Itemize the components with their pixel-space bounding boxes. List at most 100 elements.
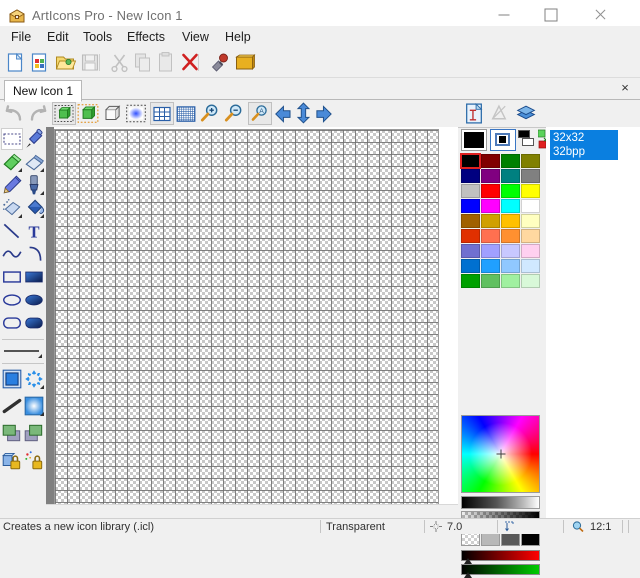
color-swatch[interactable] — [481, 199, 500, 213]
color-swatch[interactable] — [521, 229, 540, 243]
new-library-button[interactable] — [28, 51, 52, 74]
layer-front-button[interactable] — [1, 422, 23, 444]
pixel-grid-button[interactable] — [174, 102, 198, 125]
color-swatch[interactable] — [501, 154, 520, 168]
filled-rectangle-tool[interactable] — [23, 266, 45, 288]
color-swatch[interactable] — [521, 154, 540, 168]
menu-item-edit[interactable]: Edit — [40, 28, 76, 46]
airbrush-tool[interactable] — [1, 197, 23, 219]
redo-button[interactable] — [26, 102, 50, 125]
text-tool[interactable]: T — [23, 220, 45, 242]
color-swatch[interactable] — [521, 184, 540, 198]
color-wheel[interactable] — [461, 415, 540, 493]
add-image-format-button[interactable] — [462, 102, 486, 125]
rectangular-select-tool[interactable] — [1, 128, 23, 150]
brush-tool[interactable] — [23, 174, 45, 196]
arc-tool[interactable] — [23, 243, 45, 265]
color-swatch[interactable] — [501, 214, 520, 228]
canvas-horizontal-scrollbar[interactable] — [46, 504, 458, 518]
fill-tool[interactable] — [23, 197, 45, 219]
delete-format-button[interactable] — [488, 102, 512, 125]
color-swatch[interactable] — [501, 199, 520, 213]
menu-item-file[interactable]: File — [4, 28, 38, 46]
grid-button[interactable] — [150, 102, 174, 125]
blur-view-button[interactable] — [124, 102, 148, 125]
open-button[interactable] — [53, 51, 77, 74]
layer-back-button[interactable] — [23, 422, 45, 444]
cut-button[interactable] — [108, 51, 132, 74]
close-document-icon[interactable]: × — [618, 81, 632, 95]
zoom-out-button[interactable] — [222, 102, 246, 125]
menu-item-view[interactable]: View — [175, 28, 216, 46]
color-swatch[interactable] — [481, 229, 500, 243]
icon-format-entry[interactable]: 32x32 32bpp — [550, 130, 618, 160]
color-swatch[interactable] — [481, 244, 500, 258]
canvas-area[interactable] — [46, 127, 458, 518]
color-swatch[interactable] — [501, 169, 520, 183]
foreground-color-swatch[interactable] — [461, 129, 487, 151]
color-swatch[interactable] — [461, 274, 480, 288]
color-swatch[interactable] — [501, 259, 520, 273]
color-swatch[interactable] — [461, 154, 480, 168]
color-swatch[interactable] — [481, 169, 500, 183]
gradient-fill-style[interactable] — [23, 395, 45, 417]
menu-item-tools[interactable]: Tools — [76, 28, 119, 46]
color-swatch[interactable] — [501, 229, 520, 243]
tool-submenu-indicator[interactable] — [40, 191, 44, 195]
line-width-submenu-indicator[interactable] — [38, 354, 42, 358]
tool-submenu-indicator[interactable] — [40, 168, 44, 172]
alpha-view-button[interactable] — [100, 102, 124, 125]
color-swatch[interactable] — [501, 184, 520, 198]
color-swatch[interactable] — [481, 184, 500, 198]
zoom-in-button[interactable] — [198, 102, 222, 125]
scatter-fill-style[interactable] — [23, 368, 45, 390]
line-tool[interactable] — [1, 220, 23, 242]
rounded-rect-tool[interactable] — [1, 312, 23, 334]
color-swatch[interactable] — [501, 244, 520, 258]
pencil-tool[interactable] — [1, 174, 23, 196]
menu-item-help[interactable]: Help — [218, 28, 258, 46]
ellipse-tool[interactable] — [1, 289, 23, 311]
color-swatch[interactable] — [521, 259, 540, 273]
color-swatch[interactable] — [461, 169, 480, 183]
document-tab-new-icon-1[interactable]: New Icon 1 — [4, 80, 82, 102]
color-swatch[interactable] — [501, 274, 520, 288]
color-swatch[interactable] — [461, 184, 480, 198]
color-swatch[interactable] — [481, 214, 500, 228]
eraser-tool[interactable] — [1, 151, 23, 173]
red-channel-slider[interactable] — [461, 550, 540, 561]
color-swatch[interactable] — [521, 244, 540, 258]
pan-right-button[interactable] — [312, 102, 336, 125]
paste-button[interactable] — [154, 51, 178, 74]
layers-button[interactable] — [514, 102, 538, 125]
grayscale-bar[interactable] — [461, 496, 540, 509]
color-swatch[interactable] — [461, 244, 480, 258]
black-white-swatch[interactable] — [518, 130, 536, 148]
icon-editing-grid[interactable] — [54, 129, 439, 505]
color-swatch[interactable] — [521, 169, 540, 183]
gradient-line-style[interactable] — [1, 395, 23, 417]
mask-view-button[interactable] — [76, 102, 100, 125]
curve-tool[interactable] — [1, 243, 23, 265]
filled-ellipse-tool[interactable] — [23, 289, 45, 311]
image-view-button[interactable] — [52, 102, 76, 125]
color-swatch[interactable] — [521, 274, 540, 288]
lock-color-button[interactable] — [23, 449, 45, 471]
menu-item-effects[interactable]: Effects — [120, 28, 172, 46]
color-swatch[interactable] — [461, 214, 480, 228]
lock-opacity-button[interactable] — [1, 449, 23, 471]
green-channel-slider[interactable] — [461, 564, 540, 575]
swap-colors-icon[interactable] — [538, 129, 546, 151]
tool-submenu-indicator[interactable] — [18, 168, 22, 172]
zoom-fit-button[interactable]: A — [248, 102, 272, 125]
extract-button[interactable] — [208, 51, 232, 74]
line-width-selector[interactable] — [1, 343, 43, 359]
image-format-list[interactable]: 32x32 32bpp — [546, 127, 640, 518]
solid-fill-style[interactable] — [1, 368, 23, 390]
color-mode-swatch[interactable] — [490, 129, 516, 151]
color-swatch[interactable] — [461, 199, 480, 213]
tool-submenu-indicator[interactable] — [40, 214, 44, 218]
library-button[interactable] — [233, 51, 257, 74]
color-swatch[interactable] — [461, 229, 480, 243]
new-icon-button[interactable] — [3, 51, 27, 74]
